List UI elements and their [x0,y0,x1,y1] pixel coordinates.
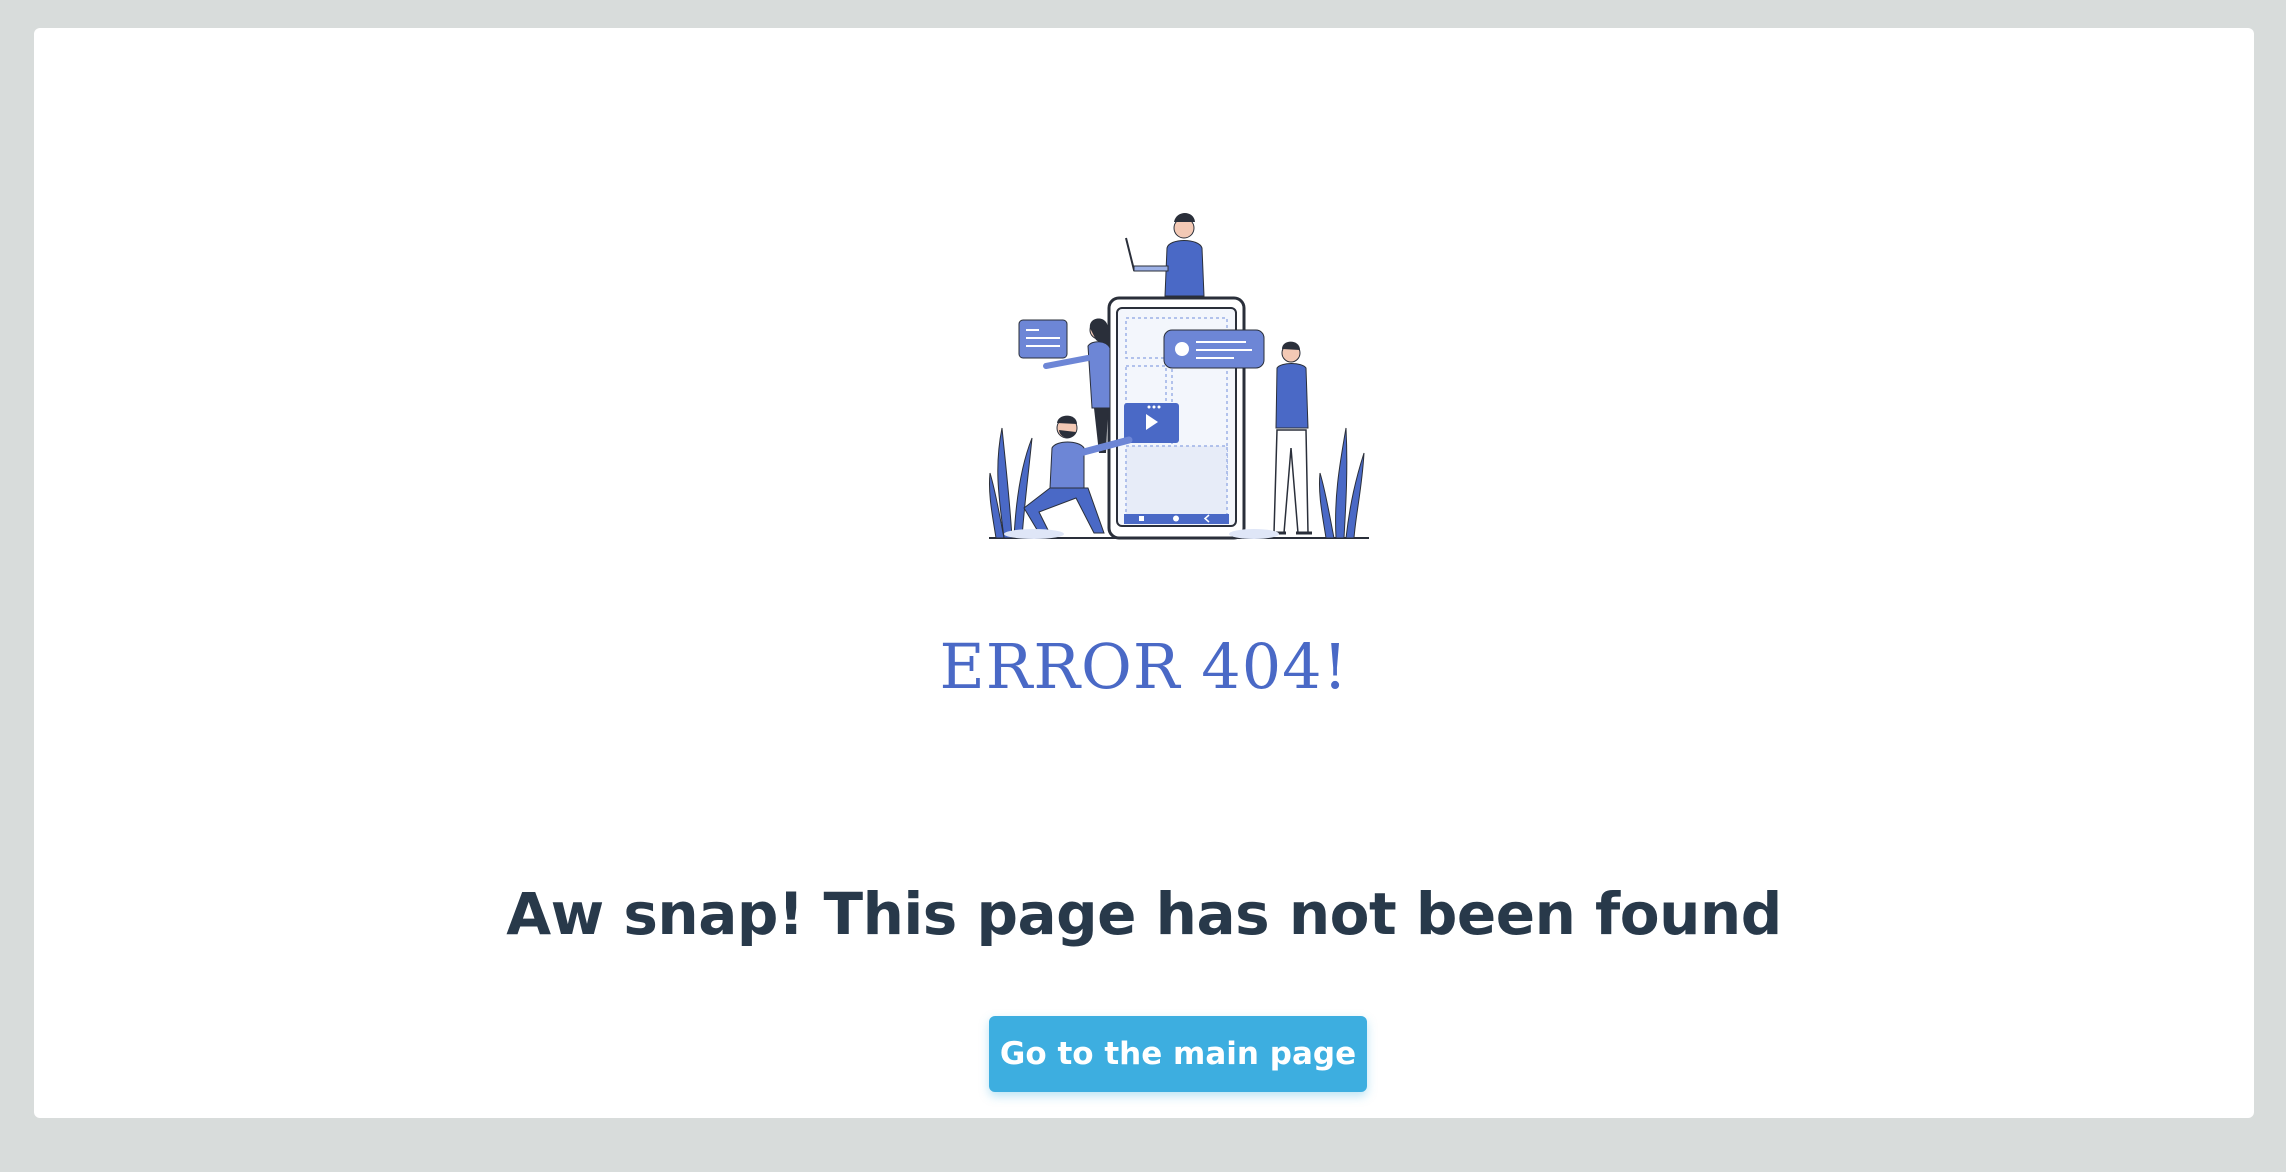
team-building-app-illustration [988,213,1369,540]
error-code-title: ERROR 404! [939,630,1349,703]
error-card: ERROR 404! Aw snap! This page has not be… [34,28,2254,1118]
go-to-main-page-button[interactable]: Go to the main page [989,1016,1367,1092]
not-found-headline: Aw snap! This page has not been found [506,880,1782,948]
